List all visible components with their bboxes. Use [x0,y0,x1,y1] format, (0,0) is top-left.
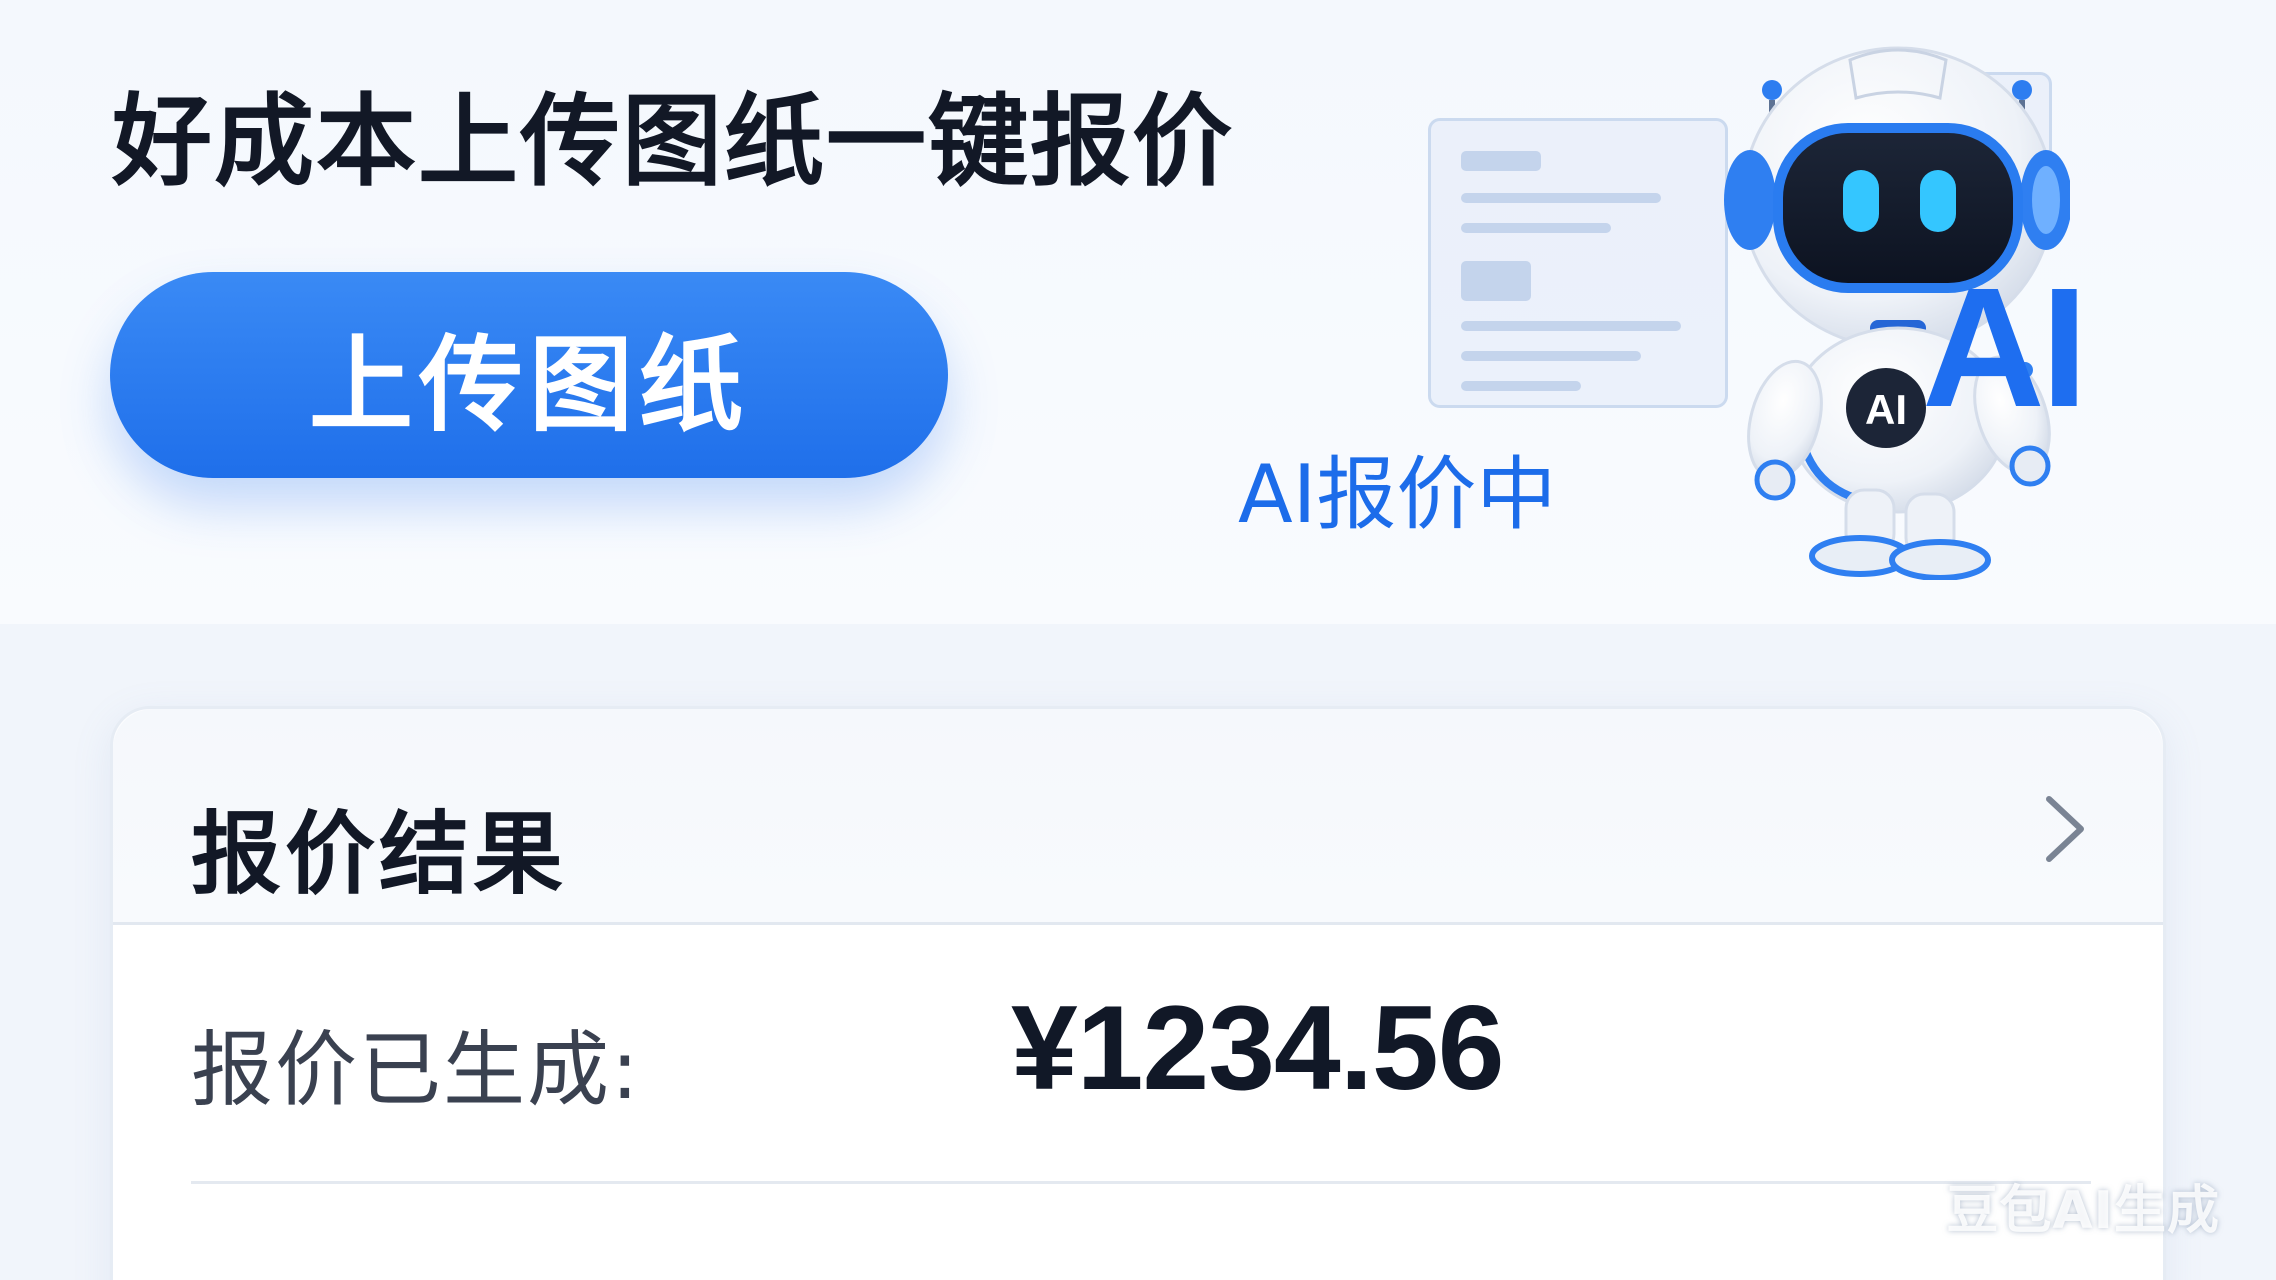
watermark: 豆包AI生成 [1946,1181,2220,1241]
chest-badge-text: AI [1865,386,1907,433]
ai-robot-illustration: AI AI AI报价中 [1180,20,2180,580]
quote-result-card: 报价结果 报价已生成: ¥1234.56 [110,706,2166,1280]
ai-quoting-status: AI报价中 [1238,448,1557,541]
quote-result-title: 报价结果 [191,802,567,907]
page-title: 好成本上传图纸一键报价 [112,83,1234,200]
ai-large-label: AI [1922,253,2088,443]
page: 好成本上传图纸一键报价 上传图纸 AI AI AI报价中 报价结果 报价已生成:… [0,0,2276,1280]
divider [191,1181,2091,1184]
quote-generated-label: 报价已生成: [191,1023,641,1118]
quote-price-value: ¥1234.56 [1011,981,1505,1115]
chevron-right-icon[interactable] [2035,789,2095,869]
upload-drawing-button[interactable]: 上传图纸 [110,272,948,478]
quote-result-header[interactable]: 报价结果 [113,709,2163,925]
quote-result-body: 报价已生成: ¥1234.56 [113,925,2163,1280]
hero-section: 好成本上传图纸一键报价 上传图纸 AI AI AI报价中 [0,0,2276,624]
